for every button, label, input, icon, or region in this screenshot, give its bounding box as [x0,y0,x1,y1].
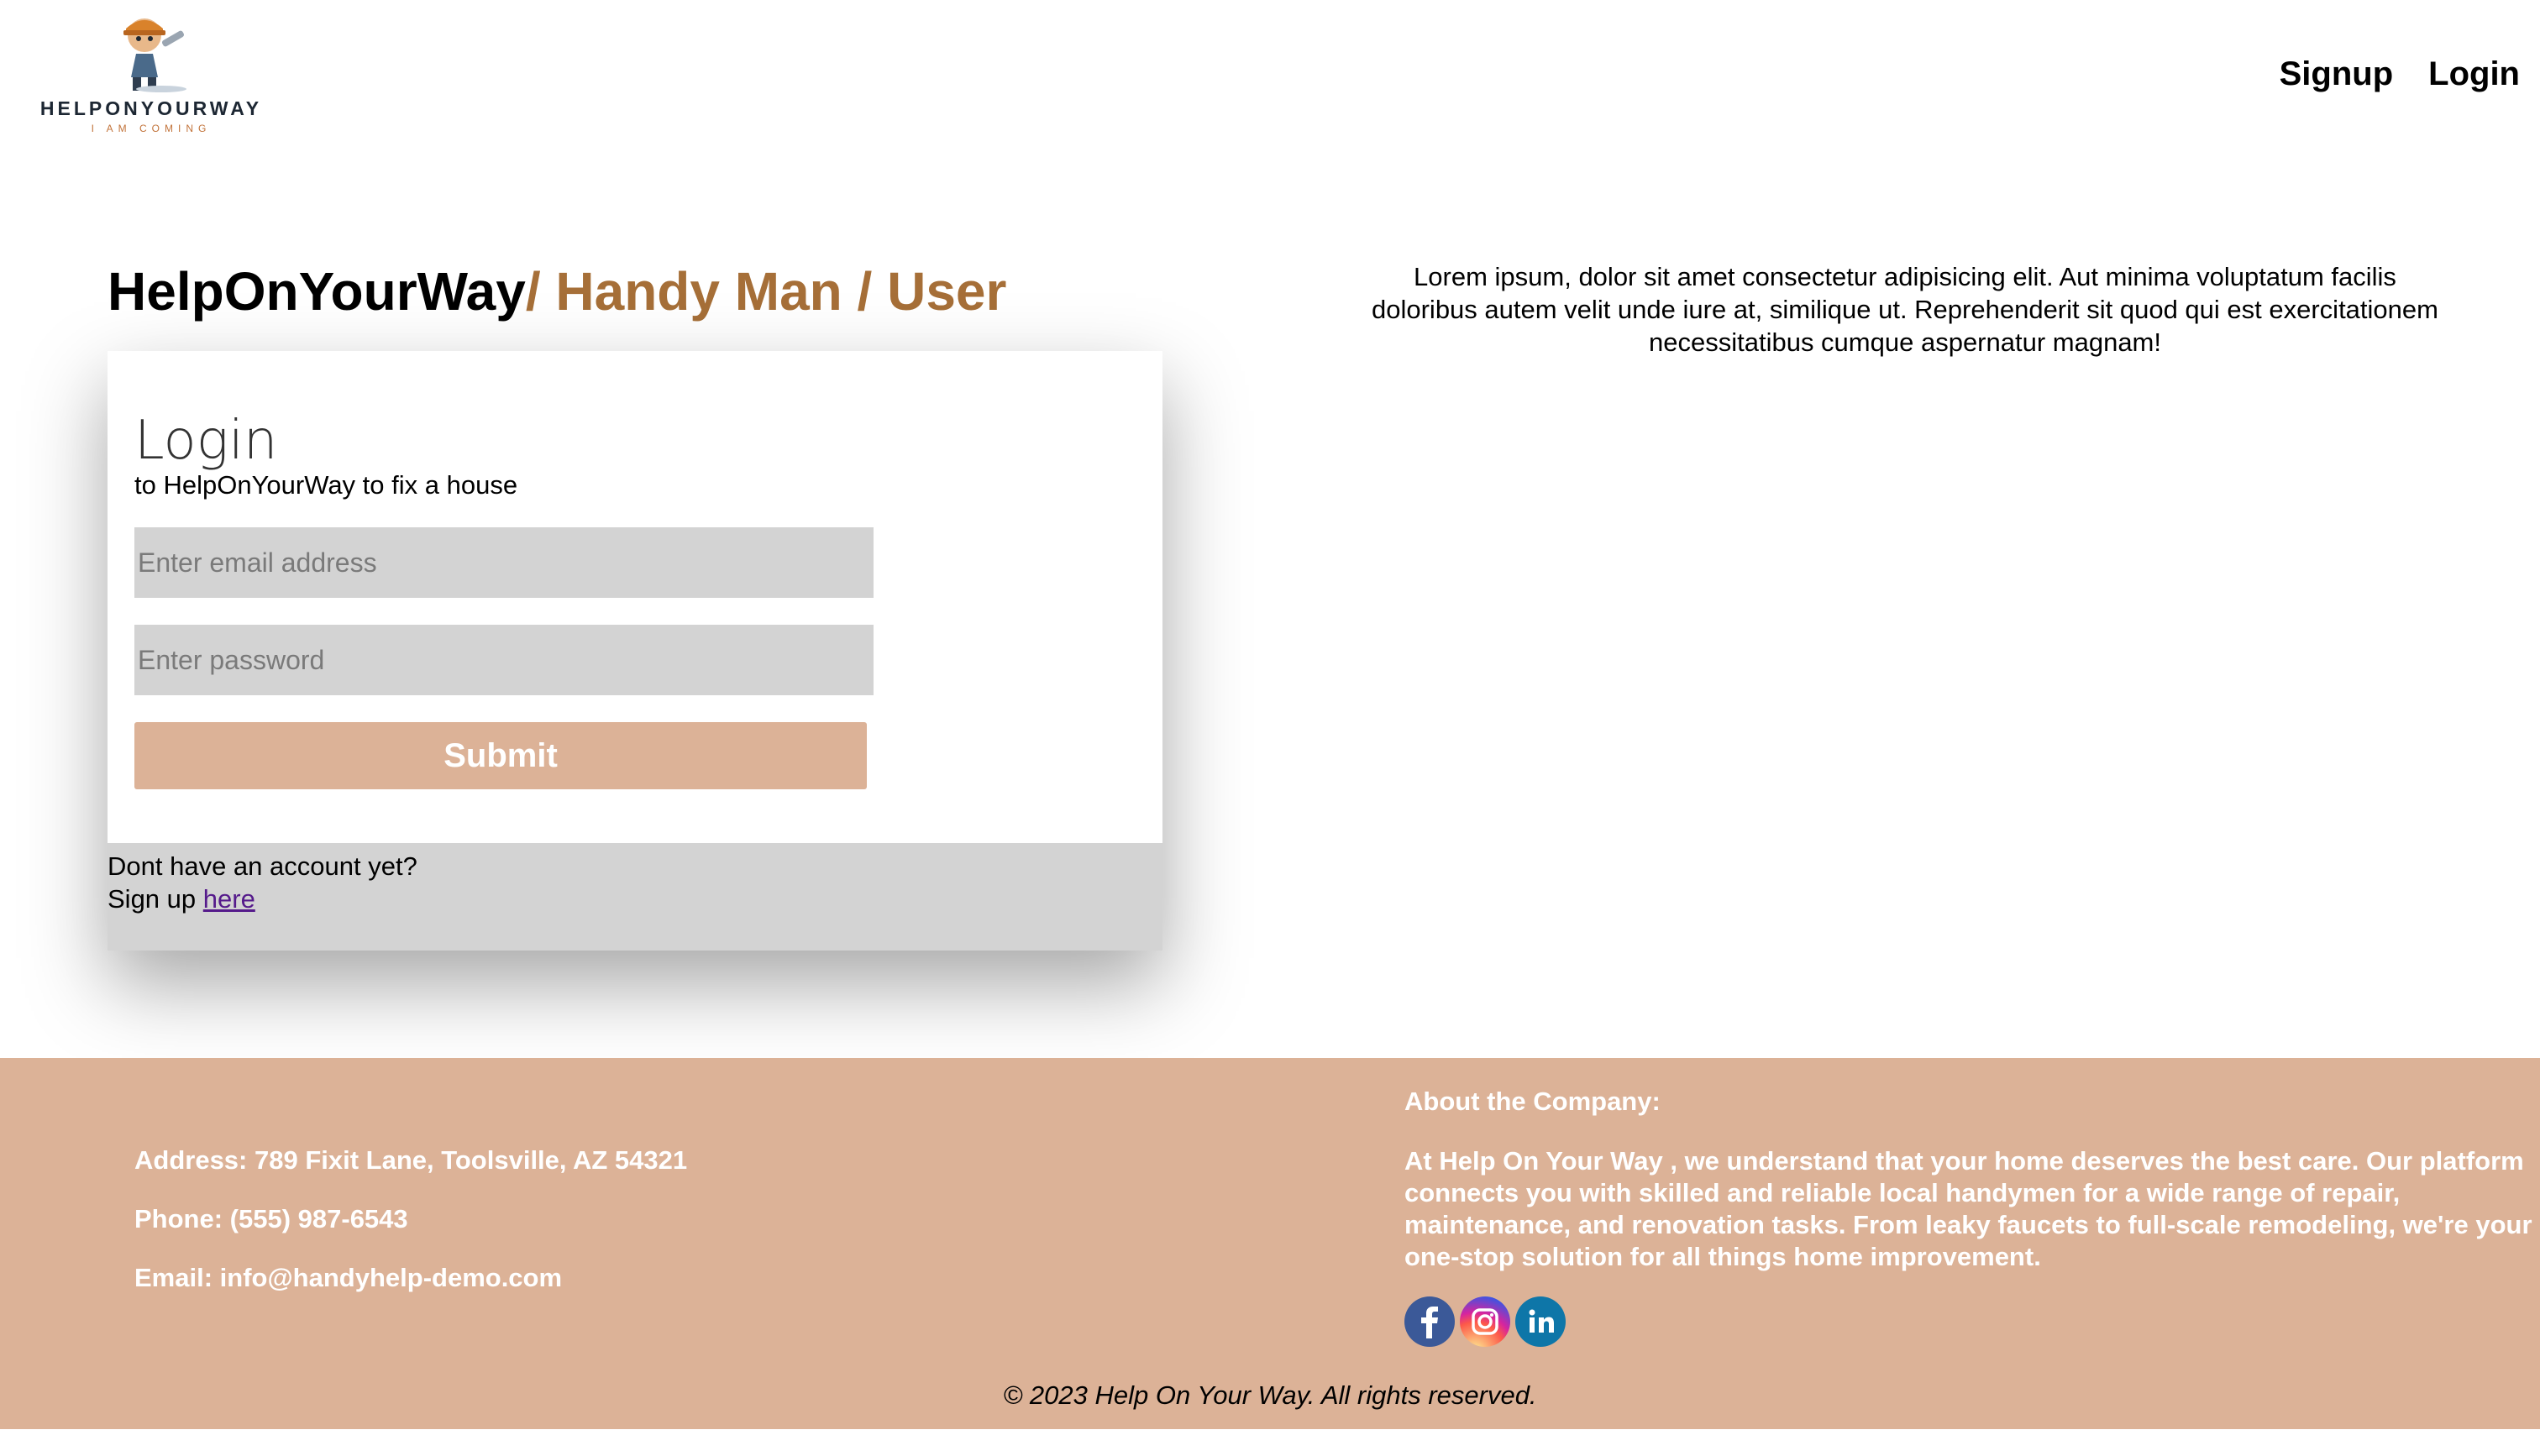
nav-signup-link[interactable]: Signup [2280,55,2394,93]
facebook-icon[interactable] [1404,1296,1455,1347]
nav-login-link[interactable]: Login [2428,55,2520,93]
intro-text: Lorem ipsum, dolor sit amet consectetur … [1372,262,2438,357]
logo-name: HELPONYOURWAY [39,97,263,119]
linkedin-icon[interactable] [1515,1296,1566,1347]
signup-prefix: Sign up [108,884,203,914]
page-title-brand: HelpOnYourWay [108,261,526,322]
page-title-path: / Handy Man / User [525,261,1007,322]
handyman-mascot-icon [123,18,186,92]
social-links [1404,1296,1566,1347]
login-subtitle: to HelpOnYourWay to fix a house [134,470,518,500]
logo-tagline: I AM COMING [91,123,212,134]
login-title: Login [134,410,278,472]
about-title: About the Company: [1404,1087,1661,1116]
signup-here-link[interactable]: here [203,884,255,914]
page-title: HelpOnYourWay/ Handy Man / User [108,260,1006,322]
login-card: Login to HelpOnYourWay to fix a house Su… [108,351,1162,951]
login-form: Login to HelpOnYourWay to fix a house Su… [108,351,1162,843]
email-input[interactable] [134,527,874,598]
no-account-text: Dont have an account yet? [108,851,417,881]
footer-address: Address: 789 Fixit Lane, Toolsville, AZ … [134,1145,688,1175]
submit-button[interactable]: Submit [134,722,867,789]
copyright: © 2023 Help On Your Way. All rights rese… [1003,1380,1537,1410]
site-footer: Address: 789 Fixit Lane, Toolsville, AZ … [0,1058,2540,1429]
instagram-icon[interactable] [1460,1296,1510,1347]
password-input[interactable] [134,625,874,695]
site-logo[interactable]: HELPONYOURWAY I AM COMING [39,10,264,138]
footer-phone: Phone: (555) 987-6543 [134,1204,408,1233]
signup-prompt: Dont have an account yet? Sign up here [108,843,1162,951]
footer-email: Email: info@handyhelp-demo.com [134,1263,563,1292]
about-text: At Help On Your Way , we understand that… [1404,1146,2532,1271]
top-nav: Signup Login [2280,55,2520,93]
